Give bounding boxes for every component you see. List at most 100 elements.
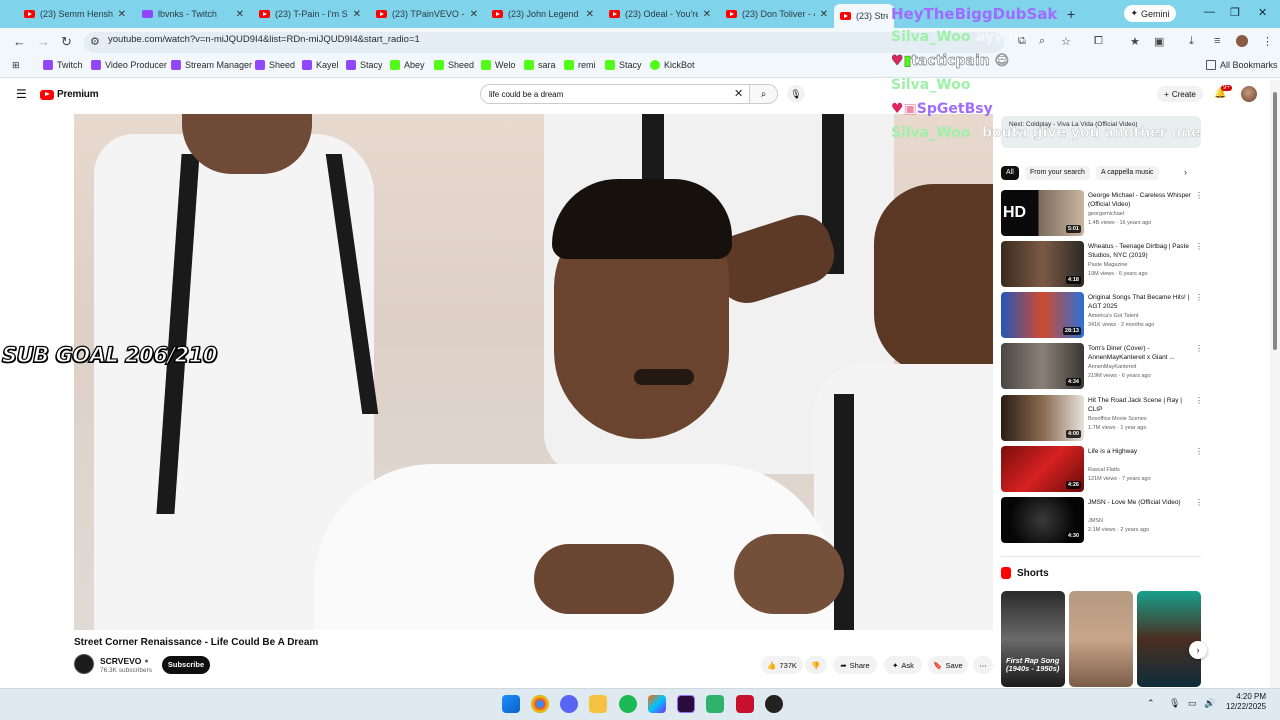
video-thumbnail[interactable]: 4:18 — [1001, 241, 1084, 287]
minimize-icon[interactable]: — — [1204, 6, 1215, 18]
more-actions-button[interactable]: ⋯ — [973, 656, 993, 674]
short-thumbnail[interactable] — [1069, 591, 1133, 687]
recommendation-item[interactable]: 4:00 Hit The Road Jack Scene | Ray | CLI… — [1001, 395, 1203, 441]
video-thumbnail[interactable]: 4:30 — [1001, 497, 1084, 543]
share-button[interactable]: ➦ Share — [833, 656, 877, 674]
download-icon[interactable]: ⤓ — [1189, 35, 1194, 48]
browser-tab[interactable]: (23) Don Toliver - 4 ✕ — [720, 4, 834, 24]
premiere-pro-icon[interactable] — [677, 695, 695, 713]
recommendation-item[interactable]: 4:34 Tom's Diner (Cover) - AnnenMayKante… — [1001, 343, 1203, 389]
menu-icon[interactable]: ⋮ — [1262, 35, 1273, 48]
file-explorer-icon[interactable] — [589, 695, 607, 713]
subscribe-button[interactable]: Subscribe — [162, 656, 210, 674]
more-icon[interactable]: ⋮ — [1195, 191, 1203, 200]
bookmark-item[interactable]: Video Producer — [91, 60, 167, 70]
search-button[interactable]: ⌕ — [750, 84, 778, 104]
youtube-logo[interactable]: Premium — [40, 89, 99, 100]
more-icon[interactable]: ⋮ — [1195, 498, 1203, 507]
bookmark-star-icon[interactable]: ☆ — [1061, 35, 1071, 48]
browser-tab[interactable]: (23) Odeal - You're ✕ — [603, 4, 717, 24]
volume-icon[interactable]: 🔊 — [1204, 698, 1215, 709]
chip-from-your-search[interactable]: From your search — [1025, 166, 1090, 180]
bookmark-item[interactable]: Sheed — [434, 60, 474, 70]
new-tab-button[interactable]: + — [1067, 6, 1075, 22]
profile-avatar[interactable] — [1236, 35, 1248, 47]
browser-tab-active[interactable]: (23) Street — [834, 4, 894, 28]
hamburger-menu-icon[interactable]: ☰ — [16, 87, 27, 101]
restore-icon[interactable]: ❐ — [1230, 6, 1240, 19]
more-icon[interactable]: ⋮ — [1195, 396, 1203, 405]
more-icon[interactable]: ⋮ — [1195, 344, 1203, 353]
close-tab-icon[interactable]: ✕ — [353, 9, 361, 20]
recommendation-item[interactable]: 4:26 Life is a Highway Rascal Flatts 121… — [1001, 446, 1203, 492]
discord-icon[interactable] — [560, 695, 578, 713]
reload-icon[interactable]: ↻ — [61, 34, 72, 50]
more-icon[interactable]: ⋮ — [1195, 242, 1203, 251]
all-bookmarks[interactable]: All Bookmarks — [1206, 60, 1278, 70]
video-thumbnail[interactable]: 4:26 — [1001, 446, 1084, 492]
bookmark-item[interactable]: Stacy — [605, 60, 642, 70]
system-clock[interactable]: 4:20 PM 12/22/2025 — [1226, 692, 1266, 712]
bookmark-item[interactable]: remi — [564, 60, 596, 70]
display-icon[interactable]: ▭ — [1188, 698, 1197, 709]
chip-a-cappella[interactable]: A cappella music — [1096, 166, 1159, 180]
close-tab-icon[interactable]: ✕ — [703, 9, 711, 20]
scrollbar-thumb[interactable] — [1273, 92, 1277, 350]
chip-all[interactable]: All — [1001, 166, 1019, 180]
apps-icon[interactable]: ⊞ — [12, 60, 20, 71]
close-window-icon[interactable]: ✕ — [1258, 6, 1267, 19]
spotify-icon[interactable] — [619, 695, 637, 713]
obs-icon[interactable] — [765, 695, 783, 713]
app-icon[interactable] — [706, 695, 724, 713]
clear-search-icon[interactable]: ✕ — [734, 87, 743, 100]
chrome-icon[interactable] — [531, 695, 549, 713]
forward-icon[interactable]: → — [37, 34, 50, 49]
video-thumbnail[interactable]: 28:13 — [1001, 292, 1084, 338]
channel-name[interactable]: SCRVEVO ● — [100, 656, 149, 666]
bookmark-item[interactable]: Stacy — [346, 60, 383, 70]
extensions-icon[interactable]: ⧠ — [1094, 35, 1103, 48]
browser-tab[interactable]: (23) T-Pain - I'm Sp ✕ — [253, 4, 367, 24]
dislike-button[interactable]: 👎 — [805, 656, 827, 674]
video-thumbnail[interactable]: 4:00 — [1001, 395, 1084, 441]
browser-tab[interactable]: (23) John Legend - ✕ — [486, 4, 600, 24]
bookmarks-icon[interactable]: ★ — [1130, 35, 1140, 48]
bookmark-item[interactable]: Kayel — [302, 60, 339, 70]
microphone-icon[interactable]: 🎙 — [1169, 698, 1180, 709]
zoom-icon[interactable]: ⌕ — [1039, 35, 1045, 48]
voicemeeter-icon[interactable] — [736, 695, 754, 713]
browser-tab[interactable]: (23) Semm Hensha ✕ — [18, 4, 132, 24]
bookmark-item[interactable]: Abey — [390, 60, 425, 70]
recommendation-item[interactable]: 4:30 JMSN - Love Me (Official Video) JMS… — [1001, 497, 1203, 543]
bookmark-item[interactable]: Welo — [481, 60, 515, 70]
browser-tab[interactable]: lbvnks - Twitch ✕ — [136, 4, 250, 24]
save-button[interactable]: 🔖 Save — [928, 656, 968, 674]
search-input[interactable]: life could be a dream — [480, 84, 750, 104]
bookmark-item[interactable]: Twitch — [43, 60, 83, 70]
bookmark-item[interactable]: Sheed — [255, 60, 295, 70]
voice-search-button[interactable]: 🎙 — [787, 85, 805, 103]
bookmark-item[interactable]: Stream Manager — [171, 60, 252, 70]
browser-tab[interactable]: (23) TPainVEVO - Yo✕ — [370, 4, 484, 24]
bookmark-item[interactable]: KickBot — [650, 60, 695, 70]
like-button[interactable]: 👍 737K — [761, 656, 803, 674]
short-thumbnail[interactable] — [1137, 591, 1201, 687]
site-info-icon[interactable]: ⚙ — [90, 35, 100, 48]
close-tab-icon[interactable]: ✕ — [236, 9, 244, 20]
close-tab-icon[interactable]: ✕ — [820, 9, 828, 20]
media-icon[interactable]: ≡ — [1214, 35, 1220, 47]
chevron-right-icon[interactable]: › — [1184, 167, 1187, 177]
recommendation-item[interactable]: HD 5:01 George Michael - Careless Whisper… — [1001, 190, 1203, 236]
close-tab-icon[interactable]: ✕ — [118, 9, 126, 20]
video-thumbnail[interactable]: 4:34 — [1001, 343, 1084, 389]
create-button[interactable]: + Create — [1157, 86, 1203, 102]
close-tab-icon[interactable]: ✕ — [470, 9, 478, 20]
channel-avatar[interactable] — [74, 654, 94, 674]
url-text[interactable]: youtube.com/watch?v=n-miJQUD9I4&list=RDn… — [108, 34, 420, 45]
more-icon[interactable]: ⋮ — [1195, 447, 1203, 456]
windows-start-icon[interactable] — [502, 695, 520, 713]
recommendation-item[interactable]: 28:13 Original Songs That Became Hits! |… — [1001, 292, 1203, 338]
tab-search-icon[interactable]: ▣ — [1154, 35, 1164, 48]
more-icon[interactable]: ⋮ — [1195, 293, 1203, 302]
video-player[interactable] — [74, 114, 993, 630]
